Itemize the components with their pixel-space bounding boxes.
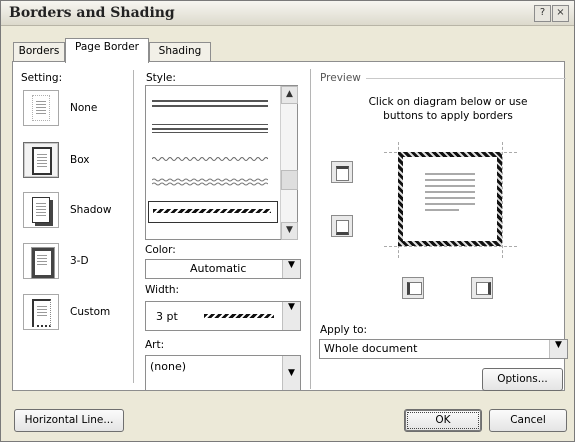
box-setting-icon	[32, 147, 52, 175]
tab-shading[interactable]: Shading	[149, 42, 211, 61]
style-double-line[interactable]	[152, 100, 268, 102]
apply-to-dropdown[interactable]: Whole document ▼	[319, 339, 568, 359]
art-label: Art:	[145, 339, 165, 351]
setting-none-button[interactable]	[23, 90, 59, 126]
art-value: (none)	[150, 360, 187, 373]
horizontal-line-button[interactable]: Horizontal Line...	[14, 409, 124, 432]
style-triple-line[interactable]	[152, 124, 268, 125]
scroll-thumb[interactable]	[281, 170, 298, 190]
options-button[interactable]: Options...	[482, 368, 563, 391]
apply-to-value: Whole document	[324, 342, 418, 355]
setting-label: Setting:	[21, 72, 63, 84]
3d-setting-icon	[31, 247, 55, 279]
setting-3d-label[interactable]: 3-D	[70, 255, 89, 267]
setting-shadow-label[interactable]: Shadow	[70, 204, 111, 216]
chevron-down-icon[interactable]: ▼	[549, 340, 567, 358]
title-bar: Borders and Shading ? ×	[1, 1, 574, 26]
scroll-down-button[interactable]: ▼	[281, 222, 298, 240]
divider-right	[310, 69, 311, 389]
setting-shadow-button[interactable]	[23, 192, 59, 228]
setting-custom-button[interactable]	[23, 294, 59, 330]
style-triple-line-b	[152, 128, 268, 130]
width-label: Width:	[145, 284, 180, 296]
right-border-icon	[476, 282, 491, 295]
window-title: Borders and Shading	[9, 5, 175, 21]
cancel-button[interactable]: Cancel	[489, 409, 567, 432]
close-button[interactable]: ×	[552, 5, 569, 22]
preview-rule	[366, 78, 566, 79]
preview-instructions: Click on diagram below or use buttons to…	[368, 96, 528, 122]
left-border-icon	[407, 282, 422, 295]
preview-label: Preview	[320, 72, 361, 84]
style-wavy-line[interactable]	[151, 152, 269, 161]
borders-and-shading-dialog: Borders and Shading ? × Borders Page Bor…	[0, 0, 575, 442]
custom-setting-icon	[32, 299, 51, 327]
chevron-down-icon[interactable]: ▼	[282, 356, 300, 390]
bottom-border-button[interactable]	[331, 215, 353, 237]
tab-borders[interactable]: Borders	[13, 42, 65, 61]
divider-left	[133, 70, 134, 383]
chevron-down-icon[interactable]: ▼	[282, 260, 300, 278]
apply-to-label: Apply to:	[320, 324, 368, 336]
setting-none-label[interactable]: None	[70, 102, 97, 114]
preview-page[interactable]	[398, 152, 502, 246]
top-border-icon	[336, 166, 349, 181]
setting-custom-label[interactable]: Custom	[70, 306, 110, 318]
style-triple-line-c	[152, 132, 268, 133]
setting-box-button[interactable]	[23, 142, 59, 178]
left-border-button[interactable]	[402, 277, 424, 299]
width-line-preview	[204, 314, 274, 318]
chevron-down-icon[interactable]: ▼	[282, 302, 300, 330]
ok-button[interactable]: OK	[404, 409, 482, 432]
style-selected-row[interactable]	[148, 201, 278, 223]
width-dropdown[interactable]: 3 pt ▼	[145, 301, 301, 331]
style-scrollbar[interactable]: ▲ ▼	[280, 86, 298, 240]
setting-box-label[interactable]: Box	[70, 154, 90, 166]
style-label: Style:	[146, 72, 176, 84]
right-border-button[interactable]	[471, 277, 493, 299]
preview-diagram[interactable]	[384, 142, 517, 258]
setting-3d-button[interactable]	[23, 243, 59, 279]
tab-page-border[interactable]: Page Border	[65, 38, 149, 63]
none-setting-icon	[32, 95, 50, 121]
width-value: 3 pt	[156, 310, 178, 323]
top-border-button[interactable]	[331, 161, 353, 183]
art-dropdown[interactable]: (none) ▼	[145, 355, 301, 391]
help-button[interactable]: ?	[534, 5, 551, 22]
style-double-line-b	[152, 105, 268, 107]
color-value: Automatic	[190, 262, 247, 275]
style-thick-thin-line	[153, 209, 271, 213]
bottom-border-icon	[336, 220, 349, 235]
scroll-up-button[interactable]: ▲	[281, 86, 298, 104]
style-listbox[interactable]: ▲ ▼	[145, 85, 298, 240]
shadow-setting-icon	[32, 197, 50, 223]
style-double-wavy-line[interactable]	[151, 176, 269, 186]
color-dropdown[interactable]: Automatic ▼	[145, 259, 301, 279]
color-label: Color:	[145, 244, 176, 256]
